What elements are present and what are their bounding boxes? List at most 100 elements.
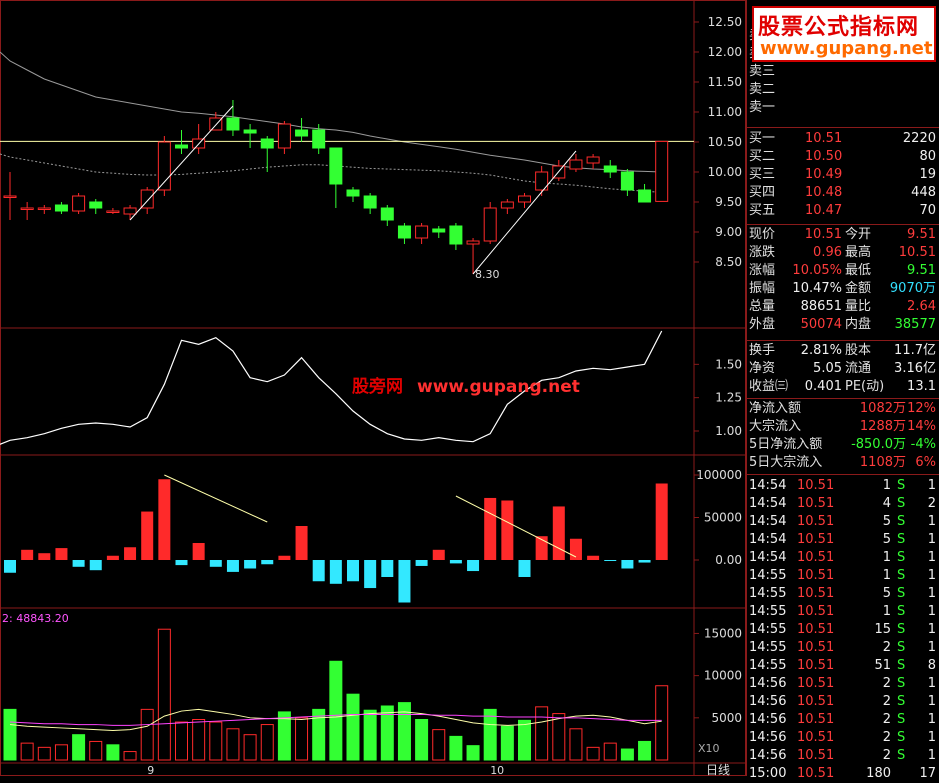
candle-body: [363, 195, 377, 209]
volume-bar: [123, 751, 137, 761]
quote-label: 现价: [749, 227, 776, 242]
quote-label: 今开: [845, 227, 872, 242]
tick-time: 14:56: [749, 676, 787, 691]
flow-bar: [312, 560, 325, 582]
volume-bar: [586, 746, 600, 761]
candle-body: [346, 189, 360, 197]
tick-time: 14:54: [749, 550, 787, 565]
tick-count: 1: [927, 478, 936, 493]
tick-time: 14:56: [749, 730, 787, 745]
tick-price: 10.51: [797, 766, 835, 781]
tick-row: 14:55 10.51 2 S 1: [747, 639, 939, 657]
flow-bar: [347, 560, 359, 582]
flow-bar: [449, 560, 462, 564]
quote-row: 总量 88651 量比 2.64: [747, 298, 939, 316]
tick-count: 1: [927, 748, 936, 763]
tick-count: 1: [927, 622, 936, 637]
candle-body: [466, 240, 480, 245]
volume-bar: [243, 734, 257, 761]
tick-count: 1: [927, 568, 936, 583]
tick-row: 14:55 10.51 15 S 1: [747, 621, 939, 639]
tick-side: S: [897, 604, 906, 619]
fund-label: 收益㈢: [749, 379, 789, 394]
buy-volume: 70: [919, 203, 936, 218]
buy-volume: 80: [919, 149, 936, 164]
quote-row: 涨幅 10.05% 最低 9.51: [747, 262, 939, 280]
tick-count: 1: [927, 694, 936, 709]
tick-side: S: [897, 514, 906, 529]
panel-separator: [747, 224, 939, 225]
flow-bar: [141, 511, 154, 560]
candle-body: [175, 144, 188, 149]
volume-bar: [312, 708, 326, 761]
quote-label: 金额: [845, 281, 872, 296]
price-tick-label: 11.00: [708, 105, 742, 119]
price-tick-label: 9.50: [715, 195, 742, 209]
quote-value: 10.05%: [792, 263, 842, 278]
buy-volume: 19: [919, 167, 936, 182]
volume-header: 2: 48843.20: [2, 612, 69, 625]
flow-bar: [398, 560, 411, 603]
volume-bar: [569, 728, 583, 761]
volume-bar: [483, 708, 497, 761]
zoom-label: X10: [698, 742, 720, 755]
tick-count: 1: [927, 712, 936, 727]
flow-bar: [364, 560, 377, 589]
watermark-brand: 股票公式指标网: [758, 15, 920, 40]
quote-row: 涨跌 0.96 最高 10.51: [747, 244, 939, 262]
fund-value: 5.05: [813, 361, 842, 376]
tick-count: 2: [927, 496, 936, 511]
fund-value: 0.401: [804, 379, 842, 394]
flow-bar: [604, 560, 617, 561]
tick-time: 14:55: [749, 586, 787, 601]
quote-value: 2.64: [907, 299, 936, 314]
candle-body: [89, 201, 103, 209]
quote-label: 涨跌: [749, 245, 776, 260]
tick-volume: 1: [882, 604, 891, 619]
candle-body: [620, 171, 634, 191]
flow-bar: [381, 560, 394, 577]
tick-price: 10.51: [797, 514, 835, 529]
tick-volume: 2: [882, 748, 891, 763]
flow-bar: [175, 560, 188, 566]
buy-price: 10.49: [805, 167, 843, 182]
quote-value: 9.51: [907, 263, 936, 278]
candle-body: [638, 189, 652, 203]
fund-row: 换手 2.81% 股本 11.7亿: [747, 342, 939, 360]
buy-label: 买四: [749, 185, 776, 200]
buy-label: 买五: [749, 203, 776, 218]
flow-row: 大宗流入 1288万 14%: [747, 418, 939, 436]
buy-volume: 2220: [902, 131, 936, 146]
tick-count: 1: [927, 550, 936, 565]
tick-volume: 2: [882, 640, 891, 655]
flow-bar: [261, 560, 274, 565]
tick-time: 14:55: [749, 640, 787, 655]
buy-label: 买三: [749, 167, 776, 182]
tick-price: 10.51: [797, 640, 835, 655]
tick-volume: 180: [866, 766, 891, 781]
price-tick-label: 12.00: [708, 45, 742, 59]
tick-time: 14:54: [749, 532, 787, 547]
flow-bar: [432, 549, 445, 560]
tick-price: 10.51: [797, 532, 835, 547]
volume-bar: [226, 728, 240, 761]
candle-body: [72, 195, 86, 212]
buy-label: 买一: [749, 131, 776, 146]
tick-side: S: [897, 748, 906, 763]
tick-row: 14:54 10.51 1 S 1: [747, 549, 939, 567]
ind-tick-label: 1.00: [715, 424, 742, 438]
tick-time: 14:56: [749, 694, 787, 709]
tick-row: 14:56 10.51 2 S 1: [747, 711, 939, 729]
flow-bar: [587, 555, 600, 560]
volume-bar: [638, 740, 652, 761]
flow-label: 5日大宗流入: [749, 455, 823, 470]
sell-label: 卖二: [749, 82, 776, 97]
tick-count: 17: [919, 766, 936, 781]
sell-row: 卖三: [747, 63, 939, 81]
fund-label: 净资: [749, 361, 776, 376]
tick-price: 10.51: [797, 478, 835, 493]
volume-bar: [535, 706, 549, 761]
fund-label: 换手: [749, 343, 776, 358]
flow-bar: [244, 560, 257, 569]
flow-bar: [21, 549, 34, 560]
